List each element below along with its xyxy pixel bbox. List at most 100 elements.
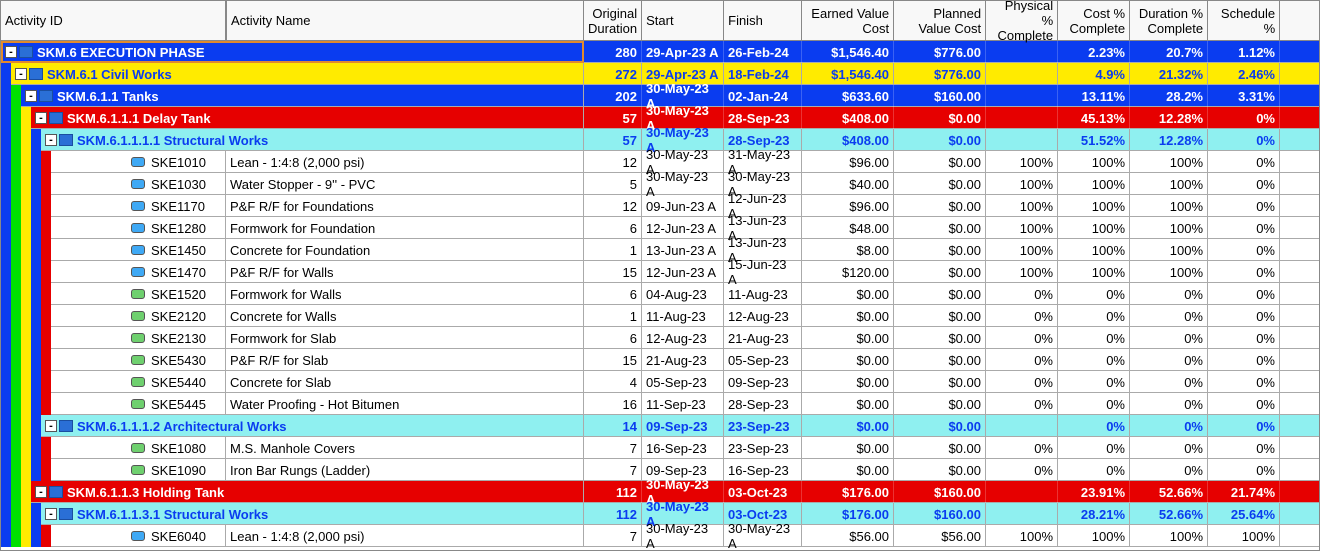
schedule-pct-cell[interactable]: 25.64% [1208,503,1280,525]
earned-value-cell[interactable]: $0.00 [802,327,894,349]
original-duration-cell[interactable]: 112 [584,481,642,503]
activity-row[interactable]: SKE1080M.S. Manhole Covers716-Sep-2323-S… [1,437,1319,459]
cost-pct-cell[interactable]: 0% [1058,349,1130,371]
planned-value-cell[interactable]: $776.00 [894,41,986,63]
col-activity-id[interactable]: Activity ID [1,1,226,40]
duration-pct-cell[interactable]: 21.32% [1130,63,1208,85]
hierarchy-cell[interactable]: SKE1520 [1,283,226,305]
cost-pct-cell[interactable]: 28.21% [1058,503,1130,525]
planned-value-cell[interactable]: $0.00 [894,283,986,305]
col-finish[interactable]: Finish [724,1,802,40]
activity-row[interactable]: SKE2120Concrete for Walls111-Aug-2312-Au… [1,305,1319,327]
collapse-icon[interactable]: - [25,90,37,102]
earned-value-cell[interactable]: $176.00 [802,503,894,525]
earned-value-cell[interactable]: $56.00 [802,525,894,547]
duration-pct-cell[interactable]: 100% [1130,261,1208,283]
hierarchy-cell[interactable]: -SKM.6.1.1.1 Delay Tank [1,107,584,129]
activity-row[interactable]: SKE1450Concrete for Foundation113-Jun-23… [1,239,1319,261]
earned-value-cell[interactable]: $0.00 [802,393,894,415]
original-duration-cell[interactable]: 5 [584,173,642,195]
col-cost-pct-complete[interactable]: Cost % Complete [1058,1,1130,40]
earned-value-cell[interactable]: $120.00 [802,261,894,283]
hierarchy-cell[interactable]: SKE6040 [1,525,226,547]
physical-pct-cell[interactable] [986,107,1058,129]
planned-value-cell[interactable]: $776.00 [894,63,986,85]
activity-row[interactable]: SKE5440Concrete for Slab405-Sep-2309-Sep… [1,371,1319,393]
original-duration-cell[interactable]: 57 [584,129,642,151]
duration-pct-cell[interactable]: 100% [1130,525,1208,547]
planned-value-cell[interactable]: $0.00 [894,173,986,195]
wbs-row[interactable]: -SKM.6 EXECUTION PHASE28029-Apr-23 A26-F… [1,41,1319,63]
finish-cell[interactable]: 28-Sep-23 [724,393,802,415]
original-duration-cell[interactable]: 1 [584,305,642,327]
cost-pct-cell[interactable]: 100% [1058,525,1130,547]
schedule-pct-cell[interactable]: 0% [1208,393,1280,415]
finish-cell[interactable]: 03-Oct-23 [724,481,802,503]
cost-pct-cell[interactable]: 100% [1058,151,1130,173]
physical-pct-cell[interactable]: 0% [986,305,1058,327]
hierarchy-cell[interactable]: SKE2130 [1,327,226,349]
planned-value-cell[interactable]: $0.00 [894,459,986,481]
earned-value-cell[interactable]: $408.00 [802,107,894,129]
schedule-pct-cell[interactable]: 0% [1208,217,1280,239]
earned-value-cell[interactable]: $40.00 [802,173,894,195]
activity-name-cell[interactable]: Concrete for Slab [226,371,584,393]
schedule-pct-cell[interactable]: 0% [1208,261,1280,283]
finish-cell[interactable]: 23-Sep-23 [724,415,802,437]
hierarchy-cell[interactable]: SKE1090 [1,459,226,481]
physical-pct-cell[interactable]: 0% [986,283,1058,305]
schedule-pct-cell[interactable]: 0% [1208,173,1280,195]
physical-pct-cell[interactable]: 100% [986,195,1058,217]
original-duration-cell[interactable]: 15 [584,349,642,371]
start-cell[interactable]: 13-Jun-23 A [642,239,724,261]
earned-value-cell[interactable]: $408.00 [802,129,894,151]
hierarchy-cell[interactable]: -SKM.6.1.1.1.2 Architectural Works [1,415,584,437]
planned-value-cell[interactable]: $56.00 [894,525,986,547]
activity-row[interactable]: SKE5430P&F R/F for Slab1521-Aug-2305-Sep… [1,349,1319,371]
cost-pct-cell[interactable]: 51.52% [1058,129,1130,151]
start-cell[interactable]: 04-Aug-23 [642,283,724,305]
finish-cell[interactable]: 28-Sep-23 [724,107,802,129]
duration-pct-cell[interactable]: 20.7% [1130,41,1208,63]
physical-pct-cell[interactable]: 100% [986,239,1058,261]
earned-value-cell[interactable]: $0.00 [802,459,894,481]
original-duration-cell[interactable]: 12 [584,151,642,173]
duration-pct-cell[interactable]: 100% [1130,195,1208,217]
finish-cell[interactable]: 11-Aug-23 [724,283,802,305]
schedule-pct-cell[interactable]: 0% [1208,305,1280,327]
earned-value-cell[interactable]: $176.00 [802,481,894,503]
cost-pct-cell[interactable]: 0% [1058,305,1130,327]
schedule-pct-cell[interactable]: 0% [1208,437,1280,459]
duration-pct-cell[interactable]: 0% [1130,327,1208,349]
planned-value-cell[interactable]: $0.00 [894,261,986,283]
finish-cell[interactable]: 12-Aug-23 [724,305,802,327]
earned-value-cell[interactable]: $0.00 [802,415,894,437]
activity-row[interactable]: SKE1470P&F R/F for Walls1512-Jun-23 A15-… [1,261,1319,283]
physical-pct-cell[interactable]: 0% [986,349,1058,371]
original-duration-cell[interactable]: 112 [584,503,642,525]
duration-pct-cell[interactable]: 28.2% [1130,85,1208,107]
earned-value-cell[interactable]: $96.00 [802,195,894,217]
schedule-pct-cell[interactable]: 1.12% [1208,41,1280,63]
planned-value-cell[interactable]: $0.00 [894,393,986,415]
original-duration-cell[interactable]: 15 [584,261,642,283]
activity-name-cell[interactable]: Concrete for Walls [226,305,584,327]
schedule-pct-cell[interactable]: 0% [1208,371,1280,393]
original-duration-cell[interactable]: 1 [584,239,642,261]
schedule-pct-cell[interactable]: 21.74% [1208,481,1280,503]
start-cell[interactable]: 12-Aug-23 [642,327,724,349]
collapse-icon[interactable]: - [45,508,57,520]
activity-row[interactable]: SKE1280Formwork for Foundation612-Jun-23… [1,217,1319,239]
collapse-icon[interactable]: - [45,134,57,146]
duration-pct-cell[interactable]: 12.28% [1130,129,1208,151]
collapse-icon[interactable]: - [5,46,17,58]
duration-pct-cell[interactable]: 52.66% [1130,481,1208,503]
duration-pct-cell[interactable]: 0% [1130,349,1208,371]
col-planned-value-cost[interactable]: Planned Value Cost [894,1,986,40]
earned-value-cell[interactable]: $8.00 [802,239,894,261]
activity-row[interactable]: SKE1030Water Stopper - 9'' - PVC530-May-… [1,173,1319,195]
earned-value-cell[interactable]: $633.60 [802,85,894,107]
cost-pct-cell[interactable]: 0% [1058,393,1130,415]
col-duration-pct-complete[interactable]: Duration % Complete [1130,1,1208,40]
wbs-row[interactable]: -SKM.6.1.1.1.2 Architectural Works1409-S… [1,415,1319,437]
